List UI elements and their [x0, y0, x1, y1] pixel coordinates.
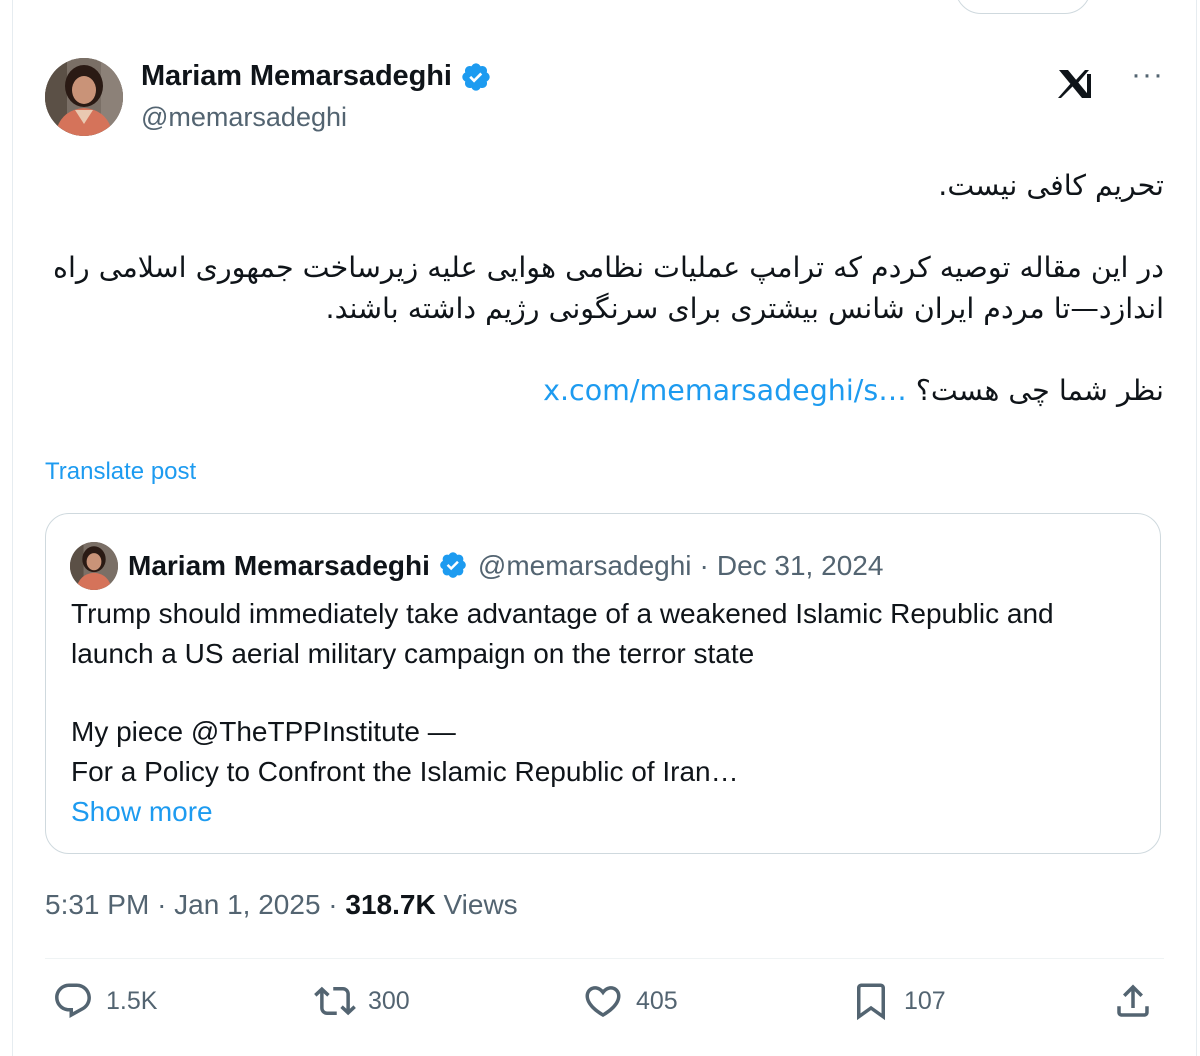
left-border: [12, 0, 13, 1056]
reply-count: 1.5K: [106, 986, 158, 1015]
more-options-icon[interactable]: ···: [1131, 58, 1164, 92]
tweet-line-1: تحریم کافی نیست.: [938, 169, 1164, 202]
share-icon: [1117, 984, 1149, 1017]
tweet-question: نظر شما چی هست؟: [915, 374, 1164, 407]
repost-icon: [314, 986, 356, 1016]
bookmark-count: 107: [904, 986, 946, 1015]
quoted-tweet-text: Trump should immediately take advantage …: [71, 594, 1101, 832]
views-label: Views: [443, 889, 518, 920]
verified-badge-icon[interactable]: [460, 61, 492, 93]
reply-icon: [55, 983, 91, 1018]
tweet-header: Mariam Memarsadeghi @memarsadeghi ···: [45, 58, 1164, 140]
repost-count: 300: [368, 986, 410, 1015]
x-logo-icon[interactable]: [1058, 64, 1092, 108]
quoted-handle: @memarsadeghi: [477, 550, 692, 581]
tweet-timestamp: 5:31 PM · Jan 1, 2025 · 318.7K Views: [45, 889, 518, 921]
show-more-link[interactable]: Show more: [71, 792, 1101, 832]
author-handle[interactable]: @memarsadeghi: [141, 102, 492, 133]
views-count: 318.7K: [345, 889, 436, 920]
quoted-line-a: My piece @TheTPPInstitute —: [71, 716, 456, 747]
quoted-line-b: For a Policy to Confront the Islamic Rep…: [71, 756, 739, 787]
divider: [45, 958, 1164, 959]
quoted-separator: ·: [699, 550, 709, 581]
share-button[interactable]: [1112, 980, 1154, 1022]
timestamp-separator: ·: [157, 889, 167, 920]
bookmark-button[interactable]: 107: [850, 980, 946, 1022]
quoted-tweet[interactable]: Mariam Memarsadeghi @memarsadeghi · Dec …: [45, 513, 1161, 854]
tweet-time[interactable]: 5:31 PM: [45, 889, 149, 920]
author-display-name[interactable]: Mariam Memarsadeghi: [141, 60, 452, 93]
author-names: Mariam Memarsadeghi @memarsadeghi: [141, 60, 492, 133]
avatar[interactable]: [45, 58, 123, 136]
tweet-date[interactable]: Jan 1, 2025: [174, 889, 320, 920]
reply-button[interactable]: 1.5K: [52, 980, 157, 1022]
tweet-body: تحریم کافی نیست. در این مقاله توصیه کردم…: [45, 165, 1164, 411]
like-count: 405: [636, 986, 678, 1015]
quoted-verified-badge-icon: [438, 550, 470, 582]
right-border: [1196, 0, 1197, 1056]
tweet-line-2: در این مقاله توصیه کردم که ترامپ عملیات …: [53, 251, 1164, 325]
views-separator: ·: [328, 889, 338, 920]
tweet-line-3: نظر شما چی هست؟ x.com/memarsadeghi/s…: [45, 370, 1164, 411]
quoted-date: Dec 31, 2024: [716, 550, 884, 581]
quoted-display-name: Mariam Memarsadeghi: [128, 550, 430, 581]
bookmark-icon: [857, 983, 885, 1021]
repost-button[interactable]: 300: [314, 980, 410, 1022]
quoted-avatar: [70, 542, 118, 590]
quoted-paragraph-1: Trump should immediately take advantage …: [71, 598, 1054, 669]
heart-icon: [585, 986, 621, 1018]
like-button[interactable]: 405: [582, 980, 678, 1022]
tweet-link[interactable]: x.com/memarsadeghi/s…: [543, 374, 907, 407]
action-bar: 1.5K 300 405 107: [52, 980, 1164, 1036]
translate-post-link[interactable]: Translate post: [45, 458, 196, 486]
top-button-partial[interactable]: [955, 0, 1091, 14]
quoted-tweet-header: Mariam Memarsadeghi @memarsadeghi · Dec …: [70, 542, 883, 590]
